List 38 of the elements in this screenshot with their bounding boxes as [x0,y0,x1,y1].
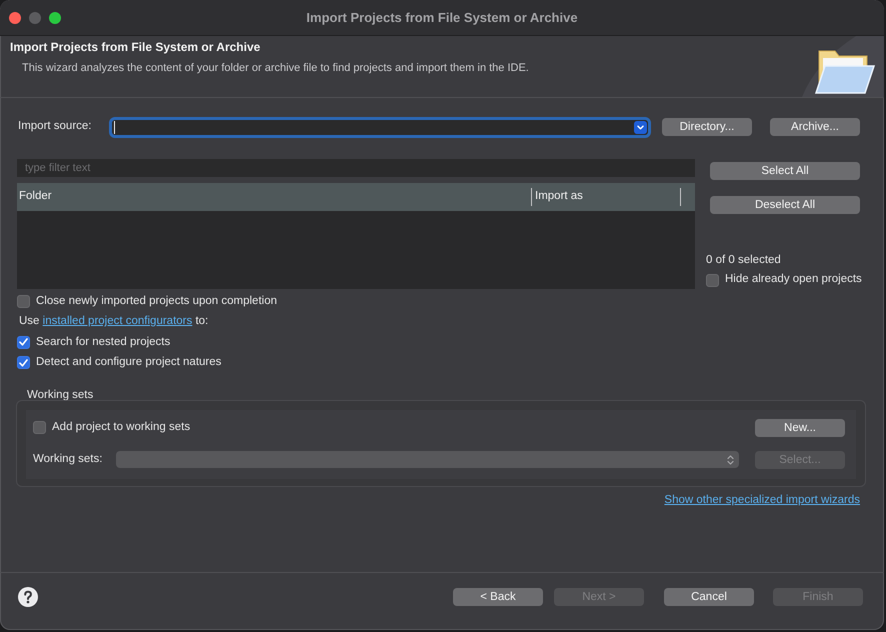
new-button[interactable]: New... [755,418,845,436]
deselect-all-button[interactable]: Deselect All [710,196,860,214]
working-sets-label: Working sets: [33,452,104,467]
directory-button[interactable]: Directory... [662,118,752,136]
checkbox[interactable] [17,294,30,308]
column-header[interactable]: Folder [19,188,52,206]
checkbox-label: Hide already open projects [725,272,862,288]
checkmark-icon [19,358,28,367]
page-title: Import Projects from File System or Archive [10,40,260,54]
maximize-icon[interactable] [49,12,61,24]
checkbox-label: Detect and configure project natures [36,355,222,370]
text-cursor [114,120,115,134]
cancel-button[interactable]: Cancel [664,588,754,606]
other-wizards-link[interactable]: Show other specialized import wizards [664,493,860,507]
checkbox[interactable] [706,274,719,286]
page-description: This wizard analyzes the content of your folder or archive file to find projects and import them in the IDE. [22,62,529,74]
checkbox-label: Search for nested projects [36,334,170,350]
checkbox-label: Add project to working sets [52,420,190,435]
checkbox[interactable] [33,421,46,434]
back-button[interactable]: < Back [453,588,543,606]
checkmark-icon [19,338,28,346]
select-all-button[interactable]: Select All [710,162,860,180]
configurators-note: Use installed project configurators to: [19,314,208,330]
chevron-up-down-icon [727,454,734,464]
help-icon[interactable] [18,587,38,607]
filter-field[interactable]: type filter text [17,159,695,177]
configurators-link[interactable]: installed project configurators [42,315,192,328]
column-header[interactable]: Import as [535,188,583,206]
archive-button[interactable]: Archive... [770,118,860,136]
group-title: Working sets [27,389,94,401]
selection-count: 0 of 0 selected [706,254,781,266]
window-title: Import Projects from File System or Archive [306,10,578,24]
import-source-label: Import source: [17,119,92,134]
chevron-down-icon[interactable] [634,120,647,134]
checkbox[interactable] [17,356,30,370]
close-icon[interactable] [9,12,21,24]
checkbox-label: Close newly imported projects upon completion [36,294,277,309]
checkbox[interactable] [17,336,30,349]
